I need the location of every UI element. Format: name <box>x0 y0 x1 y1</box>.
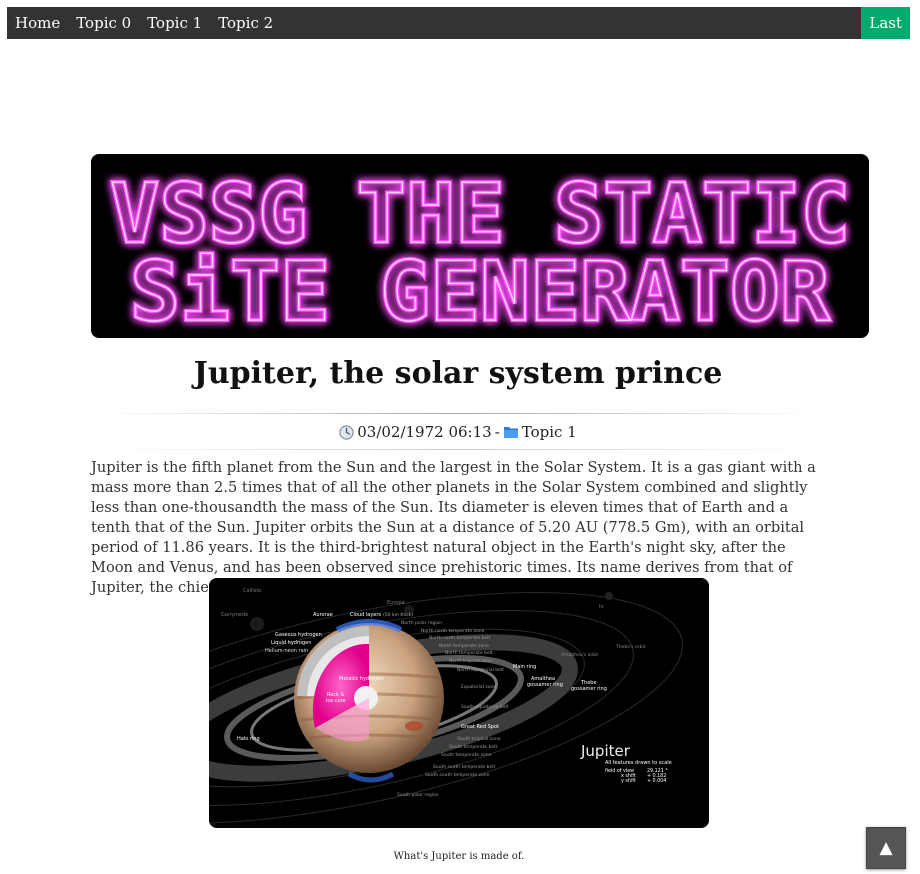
figure-caption: What's Jupiter is made of. <box>393 851 525 862</box>
top-navbar: Home Topic 0 Topic 1 Topic 2 Last <box>7 7 910 39</box>
label-liquid-hydrogen: Liquid hydrogen <box>271 640 311 646</box>
label-n-temp-belt: North temperate belt <box>445 650 493 656</box>
label-n-temp-zone: North temperate zone <box>439 643 489 649</box>
jupiter-diagram: Callisto Ganymede Europa Io Aurorae Clou… <box>209 578 709 828</box>
label-amalthea-orbit: Amalthea's orbit <box>561 652 598 658</box>
post-title: Jupiter, the solar system prince <box>193 356 723 391</box>
meta-separator: - <box>494 423 500 441</box>
label-cloud-layers: Cloud layers <box>350 612 381 618</box>
label-nn-temp-zone: North north temperate zone <box>421 628 485 634</box>
banner-logo: VSSG THE STATIC SiTE GENERATOR VSSG THE … <box>108 165 852 338</box>
label-helium-neon: Helium-neon rain <box>265 648 308 654</box>
label-europa: Europa <box>387 600 405 606</box>
label-ss-temp-belt: South south temperate belt <box>433 764 495 770</box>
label-eq-zone: Equatorial zone <box>461 684 496 690</box>
label-thebe-orbit: Thebe's orbit <box>615 644 646 650</box>
label-n-trop-zone: North tropical zone <box>449 658 492 664</box>
nav-topic-0[interactable]: Topic 0 <box>68 7 139 39</box>
label-halo-ring: Halo ring <box>237 736 260 742</box>
label-south-polar: South polar region <box>397 792 439 798</box>
label-nn-temp-belt: North north temperate belt <box>429 635 491 641</box>
nav-topic-1[interactable]: Topic 1 <box>139 7 210 39</box>
post-category-link[interactable]: Topic 1 <box>522 423 577 441</box>
figure-title: Jupiter <box>580 742 631 760</box>
nav-last[interactable]: Last <box>861 7 910 39</box>
nav-home[interactable]: Home <box>7 7 68 39</box>
label-ganymede: Ganymede <box>221 612 248 618</box>
label-ss-temp-zone: South south temperate zone <box>425 772 490 778</box>
label-n-eq-belt: North equatorial belt <box>457 667 504 673</box>
label-gaseous-hydrogen: Gaseous hydrogen <box>275 632 322 638</box>
label-s-temp-zone: South temperate zone <box>441 752 492 758</box>
label-core-2: ice core <box>326 698 346 704</box>
yshift-value: + 0.004 <box>647 778 666 784</box>
label-amalthea-ring-2: gossamer ring <box>527 682 563 688</box>
nav-topic-2[interactable]: Topic 2 <box>210 7 281 39</box>
label-thebe-ring-2: gossamer ring <box>571 686 607 692</box>
folder-icon <box>503 427 518 438</box>
label-s-temp-belt: South temperate belt <box>449 744 497 750</box>
yshift-label: y shift <box>621 778 636 784</box>
figure-subtitle: All features drawn to scale <box>605 760 672 766</box>
jupiter-diagram-svg: Callisto Ganymede Europa Io Aurorae Clou… <box>209 578 709 828</box>
divider-top <box>100 413 816 414</box>
post-meta: 03/02/1972 06:13 - Topic 1 <box>91 423 825 441</box>
label-main-ring: Main ring <box>513 664 536 670</box>
label-io: Io <box>599 604 604 610</box>
divider-bottom <box>100 449 816 450</box>
label-callisto: Callisto <box>243 588 261 594</box>
post-body: Jupiter is the fifth planet from the Sun… <box>91 459 816 596</box>
label-grs: Great Red Spot <box>461 724 499 730</box>
site-banner: VSSG THE STATIC SiTE GENERATOR VSSG THE … <box>91 154 869 338</box>
banner-line-2-core: SiTE GENERATOR <box>130 245 831 338</box>
label-s-trop-zone: South tropical zone <box>457 736 501 742</box>
label-s-eq-belt: South equatorial belt <box>461 704 509 710</box>
post-date: 03/02/1972 06:13 <box>357 423 492 441</box>
label-north-polar: North polar region <box>401 620 442 626</box>
label-aurorae: Aurorae <box>313 612 333 618</box>
label-metallic-hydrogen: Metallic hydrogen <box>339 676 384 682</box>
back-to-top-button[interactable]: ▲ <box>866 827 906 869</box>
label-cloud-depth: (50 km thick) <box>383 612 413 618</box>
clock-icon <box>339 424 354 440</box>
